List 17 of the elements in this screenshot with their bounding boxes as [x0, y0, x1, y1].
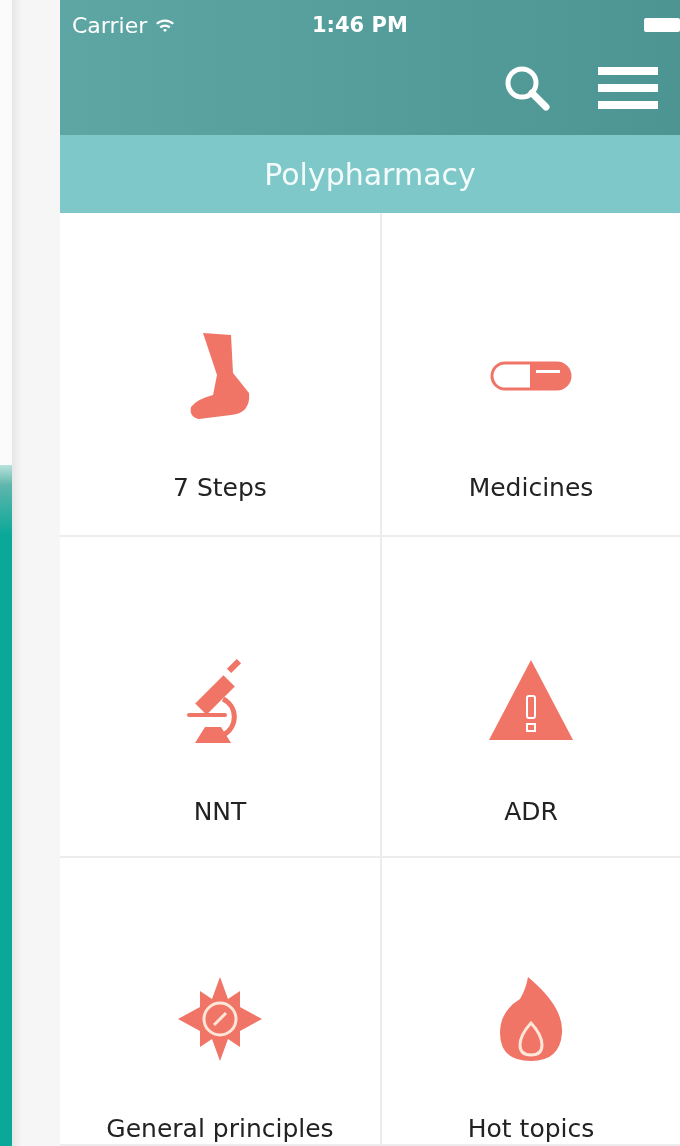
menu-tile[interactable]: 7 Steps: [60, 213, 382, 537]
flame-icon: [498, 977, 564, 1061]
foot-icon: [189, 333, 251, 419]
menu-tile[interactable]: Medicines: [382, 213, 680, 537]
menu-tile[interactable]: ADR: [382, 537, 680, 858]
menu-tile[interactable]: Hot topics: [382, 858, 680, 1146]
page-title: Polypharmacy: [264, 156, 476, 192]
menu-tile[interactable]: General principles: [60, 858, 382, 1146]
warning-icon: [489, 660, 573, 740]
menu-tile[interactable]: NNT: [60, 537, 382, 858]
compass-icon: [178, 977, 262, 1061]
wifi-icon: [155, 17, 176, 33]
battery-icon: [644, 18, 680, 32]
time-label: 1:46 PM: [312, 13, 408, 37]
capsule-icon: [490, 361, 572, 391]
carrier-label: Carrier: [72, 12, 148, 38]
menu-icon[interactable]: [598, 66, 658, 109]
